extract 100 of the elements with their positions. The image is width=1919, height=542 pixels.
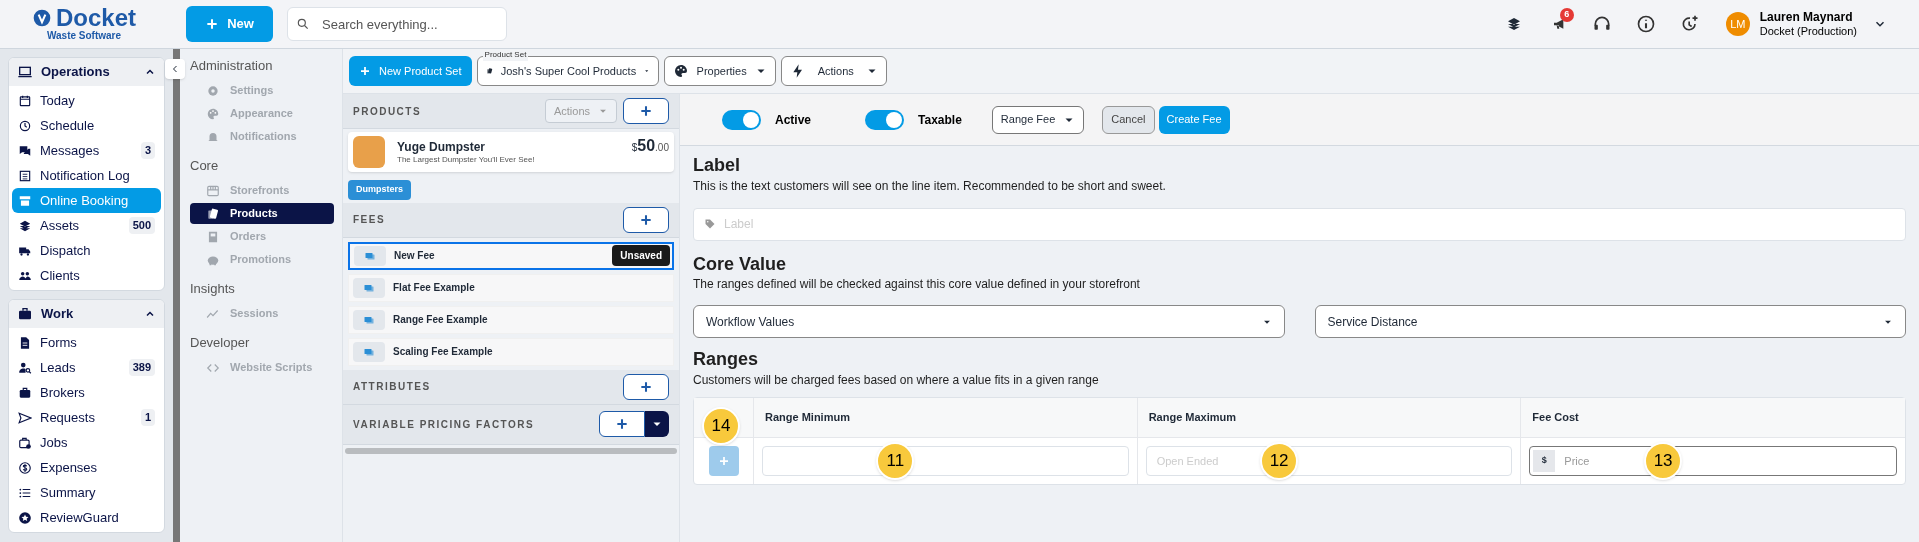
nav-group-title: Developer [190,333,251,352]
toggle-switch[interactable] [722,109,761,130]
user-search-icon [18,360,32,375]
user-name: Lauren Maynard [1759,9,1854,25]
palette-icon [206,106,220,121]
core-value-select[interactable]: Service Distance [1314,305,1906,338]
section-title: FEES [353,213,387,227]
section-header[interactable]: Work [9,300,164,328]
fee-type-select[interactable]: Range Fee [991,105,1085,134]
section-heading: Label [693,154,741,177]
core-value-select[interactable]: Workflow Values [693,305,1285,338]
nav-group-title: Insights [190,279,236,298]
fee-name: New Fee [394,249,436,263]
add-button[interactable] [623,373,669,400]
toggle-label: Taxable [918,111,962,129]
notification-badge: 6 [1559,8,1574,22]
section-header[interactable]: Operations [9,58,164,86]
palette-icon [672,63,689,79]
search-field[interactable]: Search everything... [322,8,498,40]
dropdown-button[interactable] [645,411,669,437]
send-icon [18,410,32,425]
search-box[interactable]: Search everything... [287,7,507,41]
product-card[interactable]: Yuge Dumpster The Largest Dumpster You'll Ever See! $50.00 [348,132,674,172]
nav-item[interactable]: Jobs [12,430,161,455]
document-icon [18,335,32,350]
logo-wordmark: Docket [56,5,136,30]
count-badge: 1 [140,409,155,426]
calendar-icon [18,93,32,108]
store-icon [18,193,32,208]
nav-item[interactable]: Today [12,88,161,113]
list-icon [18,168,32,183]
plus-icon [615,417,629,431]
section-heading: Ranges [693,348,760,371]
range-input[interactable] [762,445,1129,476]
cards-icon [206,206,220,221]
section-title: PRODUCTS [353,104,423,119]
fee-item[interactable]: Range Fee Example [348,305,674,334]
clock-icon [18,118,32,133]
product-description: The Largest Dumpster You'll Ever See! [397,154,536,165]
briefcase-clock-icon [18,435,32,450]
section-description: The ranges defined will be checked against this core value defined in your storefront [693,276,1141,293]
nav-item[interactable]: Forms [12,330,161,355]
count-badge: 500 [128,217,155,234]
nav-item[interactable]: Products [190,203,334,224]
user-avatar: LM [1725,12,1750,36]
nav-group-title: Core [190,156,220,175]
section-description: This is the text customers will see on the line item. Recommended to be short and sweet. [693,177,1167,195]
plus-icon [639,104,653,118]
layers-icon [1505,16,1522,32]
section-heading: Core Value [693,252,788,275]
cancel-button[interactable]: Cancel [1102,105,1155,134]
plus-icon [639,379,653,394]
product-name: Yuge Dumpster [397,139,487,155]
fee-item[interactable]: New Fee Unsaved [348,241,674,270]
collapse-button[interactable] [165,59,185,79]
search-icon [296,16,310,32]
category-tag: Dumpsters [348,180,411,200]
chat-icon [18,143,32,158]
storefront-icon [206,183,220,198]
plus-icon [717,454,730,467]
nav-item[interactable]: Dispatch [12,238,161,263]
toggle-label: Active [775,111,812,129]
add-button[interactable] [599,411,645,437]
briefcase-icon [18,385,32,400]
nav-item[interactable]: Notification Log [12,163,161,188]
nav-item[interactable]: Expenses [12,455,161,480]
organization-name: Docket (Production) [1759,24,1857,39]
logo-subtitle: Waste Software [46,29,122,43]
nav-group-title: Administration [190,56,274,75]
dollar-icon [18,460,32,475]
nav-item[interactable]: Summary [12,480,161,505]
logo-icon [32,7,52,28]
section-title: ATTRIBUTES [353,380,432,394]
nav-item[interactable]: Clients [12,263,161,288]
plus-icon [639,212,653,227]
status-badge: Unsaved [612,245,670,266]
properties-button[interactable]: Properties [663,56,776,86]
add-button[interactable] [623,206,669,233]
column-header: Range Minimum [754,397,1138,438]
fee-name: Scaling Fee Example [393,345,494,359]
nav-item[interactable]: Brokers [12,380,161,405]
fee-item[interactable]: Scaling Fee Example [348,337,674,366]
tag-icon [704,218,716,230]
nav-item[interactable]: ReviewGuard [12,505,161,530]
briefcase-icon [17,306,33,322]
layers-icon [18,218,32,233]
toggle-switch[interactable] [865,109,905,130]
add-button[interactable] [623,98,669,124]
nav-item[interactable]: Schedule [12,113,161,138]
plus-icon [205,17,220,31]
plus-icon [359,65,371,77]
receipt-icon [206,229,220,244]
field-legend: Product Set [482,49,529,61]
actions-button[interactable]: Actions [780,56,887,86]
settings-icon [206,83,220,98]
callout-marker: 11 [876,441,915,480]
callout-marker: 13 [1644,441,1683,480]
section-title: VARIABLE PRICING FACTORS [353,417,536,432]
fee-item[interactable]: Flat Fee Example [348,273,674,302]
column-header: Range Maximum [1137,397,1522,438]
